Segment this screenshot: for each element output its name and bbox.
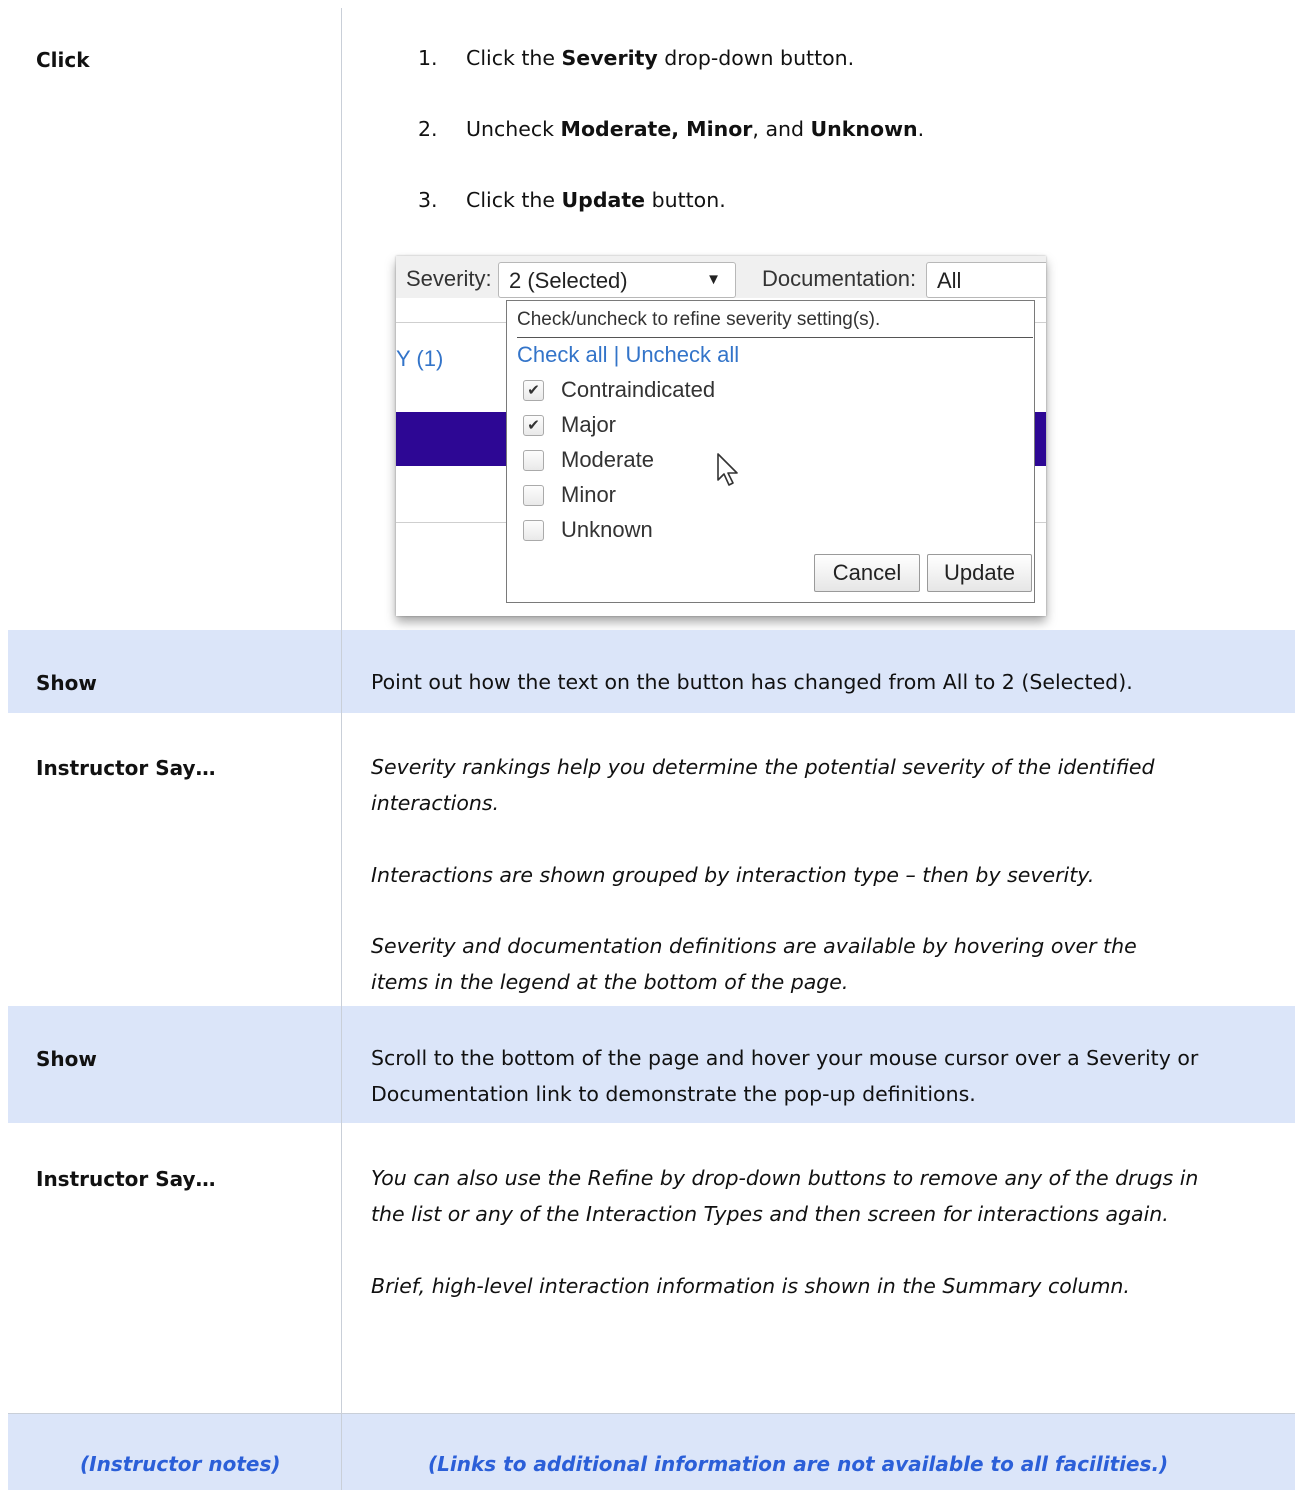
severity-dropdown-value: 2 (Selected) (509, 268, 628, 293)
step-bold: Update (561, 188, 646, 212)
row-paragraph: Scroll to the bottom of the page and hov… (371, 1040, 1251, 1112)
step-number: 1. (418, 46, 438, 70)
column-divider (341, 8, 342, 1490)
checkbox-unchecked[interactable] (523, 520, 544, 541)
row-label-say: Instructor Say… (36, 756, 216, 780)
row-text: Point out how the text on the button has… (371, 670, 1133, 694)
checkbox-unchecked[interactable] (523, 450, 544, 471)
step-number: 3. (418, 188, 438, 212)
step-bold: Moderate, Minor (560, 117, 753, 141)
severity-dropdown-button[interactable]: 2 (Selected) ▼ (498, 262, 736, 298)
row-show-1: Show Point out how the text on the butto… (8, 630, 1295, 713)
mouse-pointer-icon (717, 453, 738, 486)
step-text: Click the (466, 188, 562, 212)
paragraph-line: items in the legend at the bottom of the… (371, 970, 849, 994)
triangle-down-icon: ▼ (706, 271, 721, 288)
row-notes: (Instructor notes) (Links to additional … (8, 1414, 1295, 1490)
row-paragraph: Interactions are shown grouped by intera… (371, 857, 1251, 893)
severity-label: Severity: (406, 266, 492, 291)
cancel-button-label: Cancel (832, 560, 902, 585)
checkbox-unchecked[interactable] (523, 485, 544, 506)
row-paragraph: Severity and documentation definitions a… (371, 928, 1251, 1000)
documentation-label: Documentation: (762, 266, 917, 291)
divider (517, 337, 1033, 338)
severity-dropdown-panel: Check/uncheck to refine severity setting… (506, 300, 1035, 603)
option-label: Unknown (561, 517, 653, 542)
instruction-table: Click 1. Click the Severity drop-down but… (8, 8, 1295, 1490)
paragraph-line: Documentation link to demonstrate the po… (371, 1082, 976, 1106)
check-links: Check all | Uncheck all (517, 342, 739, 368)
steps-list: 1. Click the Severity drop-down button. 2… (418, 46, 924, 259)
row-label-show: Show (36, 671, 97, 695)
option-label: Major (561, 412, 617, 437)
step-bold: Unknown (810, 117, 918, 141)
row-paragraph: Brief, high-level interaction informatio… (371, 1268, 1251, 1304)
step-item: 1. Click the Severity drop-down button. (418, 46, 924, 117)
option-label: Contraindicated (561, 377, 716, 402)
documentation-dropdown-value: All (937, 268, 962, 293)
row-click: Click 1. Click the Severity drop-down but… (8, 8, 1295, 629)
paragraph-line: Scroll to the bottom of the page and hov… (371, 1046, 1199, 1070)
paragraph-line: interactions. (371, 791, 500, 815)
step-text: Click the (466, 46, 562, 70)
step-item: 3. Click the Update button. (418, 188, 924, 259)
link-separator: | (607, 342, 626, 367)
row-show-2: Show Scroll to the bottom of the page an… (8, 1006, 1295, 1123)
instructor-notes-label: (Instructor notes) (80, 1452, 281, 1476)
row-label-show: Show (36, 1047, 97, 1071)
update-button[interactable]: Update (927, 554, 1032, 592)
step-text: . (917, 117, 925, 141)
option-label: Minor (561, 482, 617, 507)
uncheck-all-link[interactable]: Uncheck all (625, 342, 739, 367)
row-paragraph: Severity rankings help you determine the… (371, 749, 1251, 821)
documentation-dropdown-button[interactable]: All (926, 262, 1046, 298)
step-item: 2. Uncheck Moderate, Minor, and Unknown. (418, 117, 924, 188)
paragraph-line: Severity and documentation definitions a… (371, 934, 1137, 958)
cancel-button[interactable]: Cancel (814, 554, 920, 592)
paragraph-line: Interactions are shown grouped by intera… (371, 863, 1095, 887)
step-text: drop-down button. (657, 46, 855, 70)
paragraph-line: Brief, high-level interaction informatio… (371, 1274, 1130, 1298)
row-label-click: Click (36, 48, 90, 72)
row-paragraph: You can also use the Refine by drop-down… (371, 1160, 1251, 1232)
check-all-link[interactable]: Check all (517, 342, 607, 367)
severity-filter-screenshot: Severity: 2 (Selected) ▼ Documentation: … (396, 256, 1046, 616)
row-divider (8, 1413, 1295, 1414)
option-label: Moderate (561, 447, 654, 472)
instructor-notes-text: (Links to additional information are not… (428, 1452, 1169, 1476)
row-label-say: Instructor Say… (36, 1167, 216, 1191)
step-text: Uncheck (466, 117, 561, 141)
step-text: , and (752, 117, 811, 141)
step-bold: Severity (561, 46, 658, 70)
refine-hint: Check/uncheck to refine severity setting… (517, 309, 881, 330)
checkbox-checked[interactable]: ✔ (523, 415, 544, 436)
background-link[interactable]: Y (1) (396, 346, 443, 372)
checkbox-checked[interactable]: ✔ (523, 380, 544, 401)
paragraph-line: the list or any of the Interaction Types… (371, 1202, 1169, 1226)
row-instructor-say-2: Instructor Say… You can also use the Ref… (8, 1124, 1295, 1413)
paragraph-line: Severity rankings help you determine the… (371, 755, 1155, 779)
paragraph-line: You can also use the Refine by drop-down… (371, 1166, 1199, 1190)
step-text: button. (645, 188, 726, 212)
update-button-label: Update (944, 560, 1015, 585)
row-instructor-say-1: Instructor Say… Severity rankings help y… (8, 714, 1295, 1005)
step-number: 2. (418, 117, 438, 141)
